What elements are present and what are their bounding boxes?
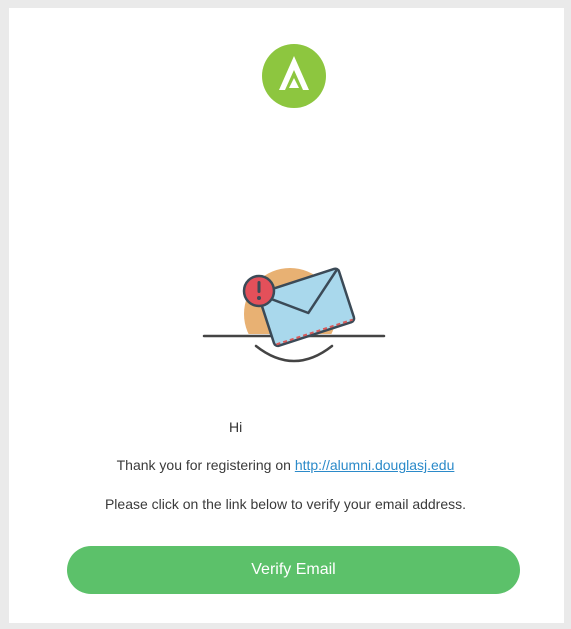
envelope-alert-icon	[196, 267, 392, 374]
verify-email-button[interactable]: Verify Email	[67, 546, 520, 594]
instruction-text: Please click on the link below to verify…	[104, 496, 467, 512]
a-letter-logo-icon	[262, 44, 326, 108]
registration-text: Thank you for registering on	[116, 457, 295, 473]
greeting-text: Hi	[229, 419, 243, 435]
registration-link[interactable]: http://alumni.douglasj.edu	[295, 457, 455, 473]
registration-line: Thank you for registering on http://alum…	[0, 457, 571, 473]
